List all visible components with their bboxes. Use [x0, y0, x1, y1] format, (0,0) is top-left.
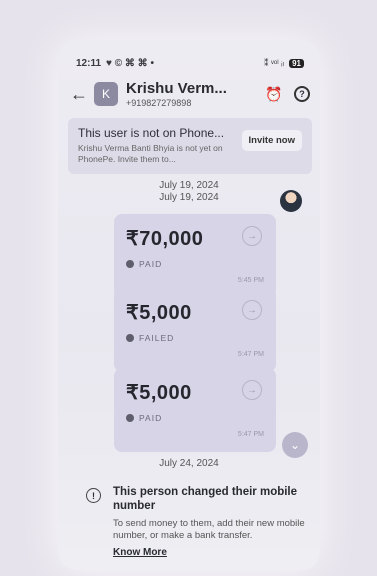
contact-phone: +919827279898: [126, 98, 192, 108]
date-separator: July 24, 2024: [159, 458, 219, 469]
transaction-time: 5:47 PM: [237, 351, 264, 358]
contact-avatar[interactable]: K: [94, 82, 118, 106]
arrow-right-icon[interactable]: →: [242, 300, 262, 320]
contact-name[interactable]: Krishu Verm...: [126, 80, 266, 97]
not-on-phonepe-banner: This user is not on Phone... Krishu Verm…: [68, 118, 312, 174]
help-icon[interactable]: ?: [294, 86, 310, 102]
sender-avatar: [280, 190, 302, 212]
transaction-card[interactable]: ₹70,000 PAID → 5:45 PM: [114, 214, 276, 298]
transaction-status: FAILED: [139, 333, 175, 343]
scroll-down-icon[interactable]: ⌄: [282, 432, 308, 458]
transaction-status: PAID: [139, 259, 163, 269]
failed-icon: [126, 334, 134, 342]
status-bar: 12:11 ♥ © ⌘ ⌘ • ⁑ ᵛᵒˡ ᵢₗ 91: [76, 56, 304, 70]
transaction-card[interactable]: ₹5,000 FAILED → 5:47 PM: [114, 288, 276, 372]
notification-icons: ♥ © ⌘ ⌘ •: [106, 57, 154, 69]
check-icon: [126, 260, 134, 268]
chat-header: ← K Krishu Verm... +919827279898 ⏰ ?: [70, 76, 310, 112]
info-icon: !: [86, 488, 101, 503]
transaction-time: 5:45 PM: [237, 277, 264, 284]
number-changed-notice: ! This person changed their mobile numbe…: [86, 486, 310, 560]
back-arrow-icon[interactable]: ←: [70, 84, 94, 105]
transaction-time: 5:47 PM: [237, 431, 264, 438]
check-icon: [126, 414, 134, 422]
notice-title: This person changed their mobile number: [113, 486, 298, 512]
notice-body: To send money to them, add their new mob…: [113, 517, 305, 541]
transaction-card[interactable]: ₹5,000 PAID → 5:47 PM: [114, 368, 276, 452]
arrow-right-icon[interactable]: →: [242, 380, 262, 400]
reminder-clock-icon[interactable]: ⏰: [265, 86, 282, 102]
arrow-right-icon[interactable]: →: [242, 226, 262, 246]
phone-screen: 12:11 ♥ © ⌘ ⌘ • ⁑ ᵛᵒˡ ᵢₗ 91 ← K Krishu V…: [58, 40, 320, 570]
battery-icon: 91: [289, 58, 304, 68]
invite-now-button[interactable]: Invite now: [241, 130, 302, 151]
banner-title: This user is not on Phone...: [78, 126, 225, 140]
status-time: 12:11: [76, 57, 102, 69]
date-separator: July 19, 2024: [159, 180, 219, 191]
know-more-link[interactable]: Know More: [113, 547, 167, 558]
banner-subtitle: Krishu Verma Banti Bhyia is not yet on P…: [78, 143, 223, 165]
transaction-status: PAID: [139, 413, 163, 423]
signal-icon: ⁑ ᵛᵒˡ ᵢₗ: [263, 57, 285, 68]
